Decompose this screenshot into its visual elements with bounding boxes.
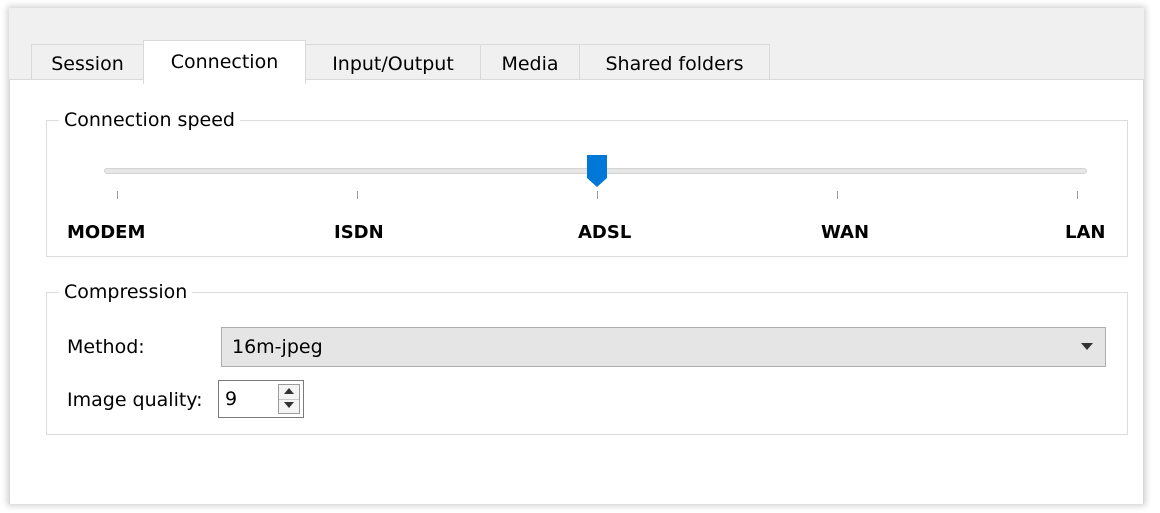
- connection-tab-panel: Connection speed MODEM ISDN ADSL WAN LAN…: [9, 80, 1144, 504]
- speed-label-lan: LAN: [1065, 222, 1106, 243]
- spin-down-icon[interactable]: [279, 399, 299, 413]
- tab-shared-folders[interactable]: Shared folders: [579, 44, 770, 82]
- speed-label-modem: MODEM: [67, 222, 146, 243]
- method-label: Method:: [67, 336, 145, 358]
- tab-bar: Session Connection Input/Output Media Sh…: [9, 8, 1144, 84]
- image-quality-label: Image quality:: [67, 389, 203, 411]
- connection-settings-dialog: Session Connection Input/Output Media Sh…: [9, 8, 1144, 504]
- slider-tick: [117, 191, 118, 199]
- spin-buttons: [278, 384, 300, 414]
- compression-title: Compression: [59, 279, 193, 305]
- tab-input-output[interactable]: Input/Output: [305, 44, 481, 82]
- connection-speed-group: Connection speed MODEM ISDN ADSL WAN LAN: [46, 107, 1128, 257]
- speed-label-wan: WAN: [821, 222, 870, 243]
- chevron-down-icon: [1081, 343, 1093, 350]
- connection-speed-title: Connection speed: [59, 107, 240, 133]
- connection-speed-slider-handle[interactable]: [586, 154, 608, 188]
- method-select-value: 16m-jpeg: [232, 336, 323, 358]
- slider-tick: [837, 191, 838, 199]
- tab-connection[interactable]: Connection: [143, 40, 306, 84]
- image-quality-input[interactable]: [223, 384, 269, 414]
- compression-group: Compression Method: 16m-jpeg Image quali…: [46, 279, 1128, 435]
- method-select[interactable]: 16m-jpeg: [221, 327, 1106, 367]
- spin-up-icon[interactable]: [279, 385, 299, 400]
- speed-label-isdn: ISDN: [334, 222, 384, 243]
- speed-label-adsl: ADSL: [578, 222, 632, 243]
- image-quality-spinbox[interactable]: [218, 380, 304, 418]
- slider-tick: [1077, 191, 1078, 199]
- slider-tick: [357, 191, 358, 199]
- tab-media[interactable]: Media: [480, 44, 580, 82]
- slider-tick: [597, 191, 598, 199]
- tab-session[interactable]: Session: [31, 44, 144, 82]
